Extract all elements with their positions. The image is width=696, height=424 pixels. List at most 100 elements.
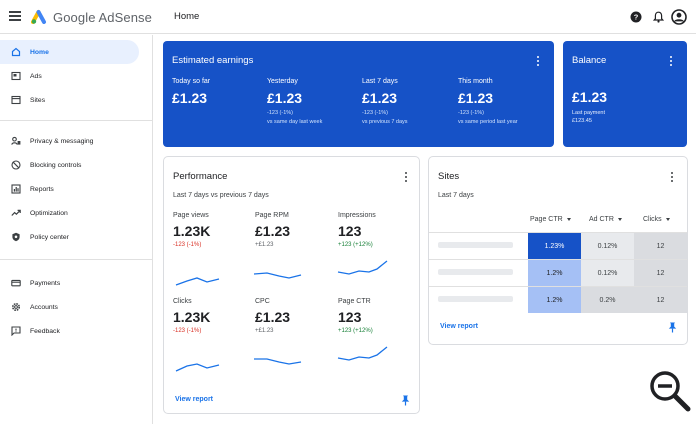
help-icon[interactable]: ?: [629, 10, 643, 24]
column-header-clicks[interactable]: Clicks: [643, 216, 670, 223]
earnings-delta: -123 (-1%): [362, 110, 388, 116]
more-vert-icon[interactable]: [535, 55, 541, 67]
sidebar-item-label: Optimization: [30, 209, 68, 217]
block-icon: [10, 160, 21, 171]
menu-icon[interactable]: [9, 11, 21, 23]
column-header-page-ctr[interactable]: Page CTR: [530, 216, 571, 223]
payments-icon: [10, 278, 21, 289]
sidebar-item-policy-center[interactable]: Policy center: [0, 225, 139, 249]
sidebar-item-label: Feedback: [30, 327, 60, 335]
brand-name: Google AdSense: [53, 10, 152, 25]
balance-card[interactable]: Balance £1.23 Last payment £123.45: [563, 41, 687, 147]
sparkline-cpc: [254, 358, 302, 365]
sidebar-item-ads[interactable]: Ads: [0, 64, 139, 88]
earnings-label: Yesterday: [267, 78, 298, 85]
earnings-today: Today so far £1.23: [172, 78, 267, 106]
balance-value: £1.23: [572, 89, 608, 105]
last-payment-label: Last payment: [572, 110, 606, 116]
last-payment-value: £123.45: [572, 118, 592, 124]
sidebar-item-sites[interactable]: Sites: [0, 88, 139, 112]
sidebar-item-reports[interactable]: Reports: [0, 177, 139, 201]
earnings-title: Estimated earnings: [172, 55, 254, 66]
metric-value: £1.23: [255, 223, 291, 239]
feedback-icon: [10, 326, 21, 337]
metric-label: Page RPM: [255, 212, 289, 219]
reports-icon: [10, 184, 21, 195]
sparkline-clicks: [175, 363, 220, 372]
page-ctr-cell: 1.23%: [528, 233, 581, 259]
performance-view-report-link[interactable]: View report: [175, 396, 213, 403]
metric-value: 123: [338, 309, 362, 325]
column-header-ad-ctr[interactable]: Ad CTR: [589, 216, 622, 223]
pin-icon[interactable]: [401, 395, 410, 406]
sites-view-report-link[interactable]: View report: [440, 323, 478, 330]
sites-icon: [10, 95, 21, 106]
earnings-value: £1.23: [267, 90, 303, 106]
sidebar-item-label: Privacy & messaging: [30, 137, 94, 145]
earnings-delta: -123 (-1%): [267, 110, 293, 116]
sidebar-item-label: Blocking controls: [30, 161, 82, 169]
sidebar-item-label: Policy center: [30, 233, 69, 241]
earnings-this-month: This month £1.23 -123 (-1%) vs same peri…: [458, 78, 553, 125]
ad-ctr-cell: 0.12%: [581, 260, 634, 286]
earnings-label: This month: [458, 78, 493, 85]
home-icon: [10, 47, 21, 58]
pin-icon[interactable]: [668, 322, 677, 333]
earnings-value: £1.23: [362, 90, 398, 106]
metric-page-views[interactable]: Page views 1.23K -123 (-1%): [173, 212, 253, 248]
metric-cpc[interactable]: CPC £1.23 +£1.23: [255, 298, 335, 334]
settings-icon: [10, 302, 21, 313]
more-vert-icon[interactable]: [669, 171, 675, 183]
sort-down-icon: [617, 218, 622, 221]
performance-card: Performance Last 7 days vs previous 7 da…: [163, 156, 420, 414]
sites-title: Sites: [438, 171, 460, 182]
metric-clicks[interactable]: Clicks 1.23K -123 (-1%): [173, 298, 253, 334]
metric-page-rpm[interactable]: Page RPM £1.23 +£1.23: [255, 212, 335, 248]
page-ctr-cell: 1.2%: [528, 260, 581, 286]
metric-value: 1.23K: [173, 223, 211, 239]
site-name-placeholder[interactable]: [438, 296, 513, 302]
metric-delta: -123 (-1%): [173, 328, 202, 334]
clicks-cell: 12: [634, 233, 687, 259]
earnings-compare: vs previous 7 days: [362, 119, 408, 125]
zoom-out-icon[interactable]: [648, 369, 692, 413]
metric-label: Impressions: [338, 212, 376, 219]
sidebar-item-optimization[interactable]: Optimization: [0, 201, 139, 225]
earnings-label: Today so far: [172, 78, 211, 85]
sparkline-page-ctr: [337, 346, 388, 361]
bell-icon[interactable]: [651, 10, 665, 24]
estimated-earnings-card[interactable]: Estimated earnings Today so far £1.23 Ye…: [163, 41, 554, 147]
account-circle-icon[interactable]: [671, 9, 687, 25]
metric-page-ctr[interactable]: Page CTR 123 +123 (+12%): [338, 298, 418, 334]
more-vert-icon[interactable]: [668, 55, 674, 67]
sidebar: Home Ads Sites Privacy & messaging Block…: [0, 35, 153, 424]
performance-title: Performance: [173, 171, 228, 182]
column-header-label: Ad CTR: [589, 216, 614, 223]
sidebar-item-feedback[interactable]: Feedback: [0, 319, 139, 343]
sidebar-item-payments[interactable]: Payments: [0, 271, 139, 295]
sidebar-item-home[interactable]: Home: [0, 40, 139, 64]
earnings-yesterday: Yesterday £1.23 -123 (-1%) vs same day l…: [267, 78, 362, 125]
sidebar-item-accounts[interactable]: Accounts: [0, 295, 139, 319]
sidebar-item-privacy-messaging[interactable]: Privacy & messaging: [0, 129, 139, 153]
metric-label: CPC: [255, 298, 270, 305]
trending-icon: [10, 208, 21, 219]
column-header-label: Page CTR: [530, 216, 563, 223]
sidebar-item-blocking-controls[interactable]: Blocking controls: [0, 153, 139, 177]
sidebar-item-label: Sites: [30, 96, 46, 104]
earnings-compare: vs same period last year: [458, 119, 518, 125]
metric-impressions[interactable]: Impressions 123 +123 (+12%): [338, 212, 418, 248]
earnings-value: £1.23: [172, 90, 208, 106]
adsense-logo: [31, 10, 46, 24]
svg-text:?: ?: [634, 13, 639, 22]
metric-delta: +£1.23: [255, 242, 274, 248]
column-header-label: Clicks: [643, 216, 662, 223]
more-vert-icon[interactable]: [403, 171, 409, 183]
site-name-placeholder[interactable]: [438, 242, 513, 248]
metric-delta: +£1.23: [255, 328, 274, 334]
site-name-placeholder[interactable]: [438, 269, 513, 275]
sidebar-item-label: Accounts: [30, 303, 58, 311]
sidebar-divider: [0, 259, 153, 260]
ad-ctr-cell: 0.12%: [581, 233, 634, 259]
clicks-cell: 12: [634, 260, 687, 286]
